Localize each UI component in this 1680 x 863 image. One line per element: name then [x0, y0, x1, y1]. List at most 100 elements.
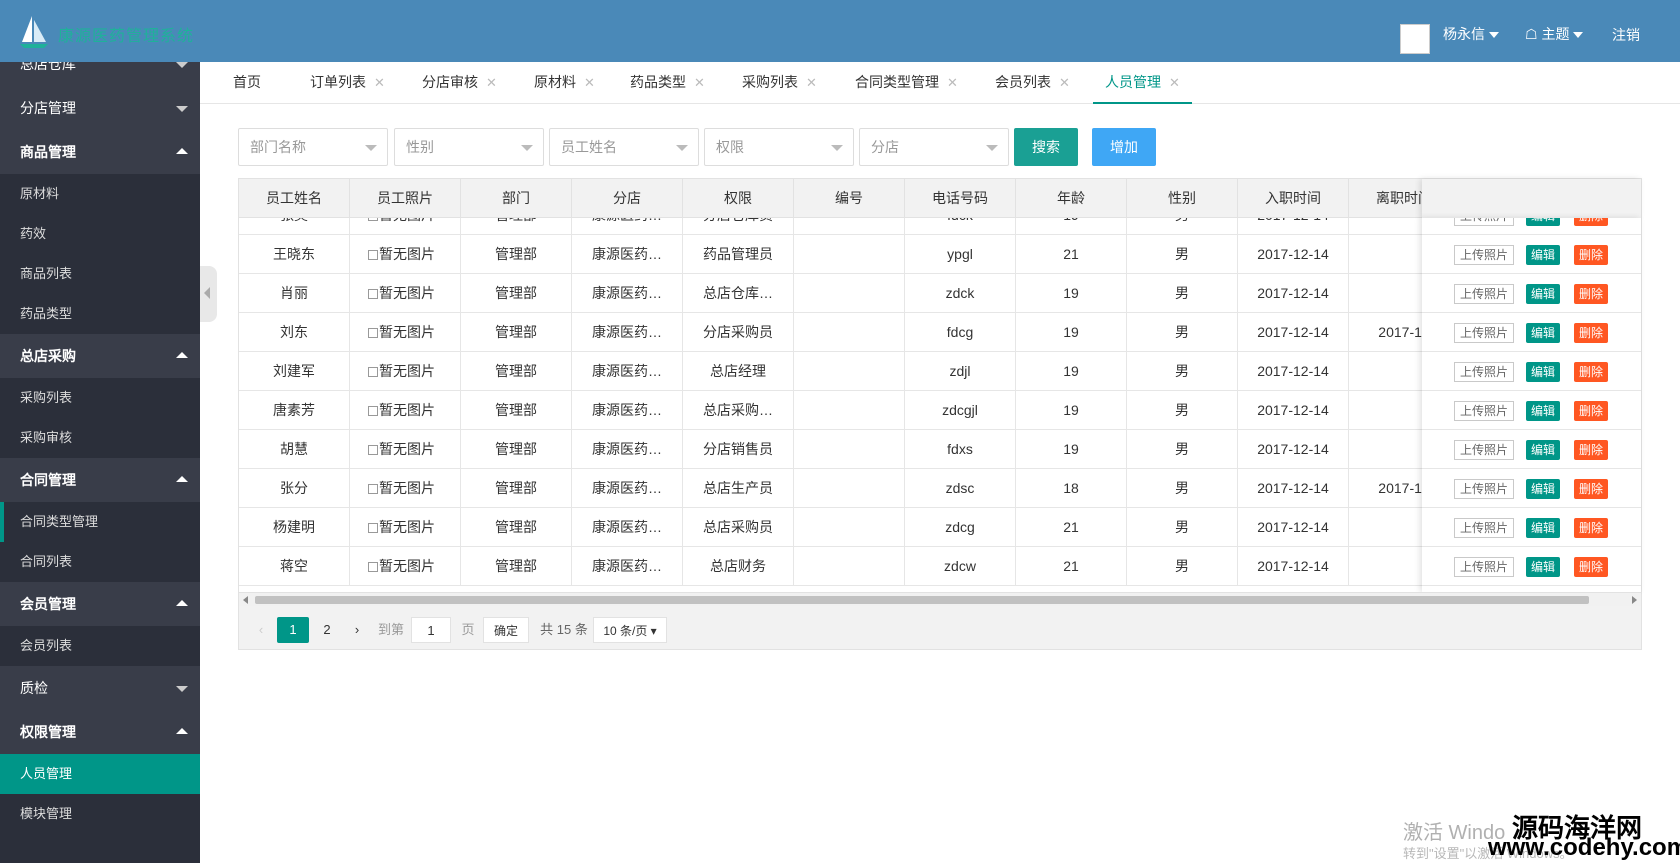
edit-button[interactable]: 编辑 [1526, 245, 1560, 265]
tab-2[interactable]: 分店审核 ✕ [422, 62, 497, 104]
sidebar-item-11[interactable]: 合同类型管理 [0, 502, 200, 542]
sidebar-item-18[interactable]: 模块管理 [0, 794, 200, 834]
sidebar-collapse-handle[interactable] [200, 266, 217, 322]
role-select[interactable]: 权限 [704, 128, 854, 166]
scroll-left-icon[interactable] [243, 596, 248, 604]
sidebar-item-7[interactable]: 总店采购 [0, 334, 200, 378]
close-icon[interactable]: ✕ [1059, 75, 1070, 90]
goto-confirm-button[interactable]: 确定 [483, 617, 529, 643]
employee-name-select[interactable]: 员工姓名 [549, 128, 699, 166]
sidebar-item-5[interactable]: 商品列表 [0, 254, 200, 294]
sidebar-item-10[interactable]: 合同管理 [0, 458, 200, 502]
sidebar-item-3[interactable]: 原材料 [0, 174, 200, 214]
user-avatar[interactable] [1400, 24, 1430, 54]
column-header[interactable]: 编号 [794, 179, 905, 218]
sidebar-item-9[interactable]: 采购审核 [0, 418, 200, 458]
edit-button[interactable]: 编辑 [1526, 284, 1560, 304]
sidebar-item-4[interactable]: 药效 [0, 214, 200, 254]
close-icon[interactable]: ✕ [1169, 75, 1180, 90]
tab-3[interactable]: 原材料 ✕ [534, 62, 595, 104]
page-size-select[interactable]: 10 条/页 ▾ [593, 617, 667, 643]
horizontal-scrollbar[interactable] [239, 592, 1641, 606]
page-2-button[interactable]: 2 [315, 617, 339, 643]
column-header[interactable]: 部门 [461, 179, 572, 218]
column-header[interactable]: 性别 [1127, 179, 1238, 218]
upload-photo-button[interactable]: 上传照片 [1454, 218, 1514, 226]
close-icon[interactable]: ✕ [374, 75, 385, 90]
column-header[interactable]: 年龄 [1016, 179, 1127, 218]
delete-button[interactable]: 删除 [1574, 479, 1608, 499]
column-header[interactable]: 电话号码 [905, 179, 1016, 218]
column-header[interactable]: 员工姓名 [239, 179, 350, 218]
theme-menu[interactable]: ☖ 主题 [1525, 24, 1584, 44]
sidebar-item-13[interactable]: 会员管理 [0, 582, 200, 626]
column-header[interactable]: 分店 [572, 179, 683, 218]
delete-button[interactable]: 删除 [1574, 245, 1608, 265]
dept-select[interactable]: 部门名称 [238, 128, 388, 166]
sidebar-item-12[interactable]: 合同列表 [0, 542, 200, 582]
edit-button[interactable]: 编辑 [1526, 362, 1560, 382]
user-menu[interactable]: 杨永信 [1443, 24, 1499, 44]
close-icon[interactable]: ✕ [486, 75, 497, 90]
sidebar-item-8[interactable]: 采购列表 [0, 378, 200, 418]
edit-button[interactable]: 编辑 [1526, 440, 1560, 460]
delete-button[interactable]: 删除 [1574, 323, 1608, 343]
upload-photo-button[interactable]: 上传照片 [1454, 362, 1514, 382]
page-1-button[interactable]: 1 [277, 617, 309, 643]
edit-button[interactable]: 编辑 [1526, 479, 1560, 499]
edit-button[interactable]: 编辑 [1526, 518, 1560, 538]
column-header[interactable]: 权限 [683, 179, 794, 218]
close-icon[interactable]: ✕ [806, 75, 817, 90]
add-button[interactable]: 增加 [1092, 128, 1156, 166]
tab-7[interactable]: 会员列表 ✕ [995, 62, 1070, 104]
scroll-right-icon[interactable] [1632, 596, 1637, 604]
tab-6[interactable]: 合同类型管理 ✕ [855, 62, 958, 104]
upload-photo-button[interactable]: 上传照片 [1454, 440, 1514, 460]
delete-button[interactable]: 删除 [1574, 284, 1608, 304]
sidebar-item-6[interactable]: 药品类型 [0, 294, 200, 334]
upload-photo-button[interactable]: 上传照片 [1454, 557, 1514, 577]
scrollbar-thumb[interactable] [255, 596, 1589, 604]
sidebar-item-1[interactable]: 分店管理 [0, 86, 200, 130]
edit-button[interactable]: 编辑 [1526, 557, 1560, 577]
tab-1[interactable]: 订单列表 ✕ [310, 62, 385, 104]
chevron-up-icon [176, 148, 188, 154]
delete-button[interactable]: 删除 [1574, 440, 1608, 460]
sidebar-item-15[interactable]: 质检 [0, 666, 200, 710]
sidebar-item-16[interactable]: 权限管理 [0, 710, 200, 754]
edit-button[interactable]: 编辑 [1526, 218, 1560, 226]
upload-photo-button[interactable]: 上传照片 [1454, 401, 1514, 421]
tab-5[interactable]: 采购列表 ✕ [742, 62, 817, 104]
delete-button[interactable]: 删除 [1574, 401, 1608, 421]
sidebar-item-2[interactable]: 商品管理 [0, 130, 200, 174]
upload-photo-button[interactable]: 上传照片 [1454, 323, 1514, 343]
next-page-button[interactable]: › [349, 617, 365, 643]
sidebar-item-0[interactable]: 总店仓库 [0, 62, 200, 86]
edit-button[interactable]: 编辑 [1526, 323, 1560, 343]
edit-button[interactable]: 编辑 [1526, 401, 1560, 421]
goto-page-input[interactable]: 1 [411, 617, 451, 643]
upload-photo-button[interactable]: 上传照片 [1454, 245, 1514, 265]
branch-select[interactable]: 分店 [859, 128, 1009, 166]
tab-8[interactable]: 人员管理 ✕ [1093, 62, 1192, 104]
column-header[interactable]: 入职时间 [1238, 179, 1349, 218]
upload-photo-button[interactable]: 上传照片 [1454, 479, 1514, 499]
search-button[interactable]: 搜索 [1014, 128, 1078, 166]
tab-4[interactable]: 药品类型 ✕ [630, 62, 705, 104]
close-icon[interactable]: ✕ [694, 75, 705, 90]
delete-button[interactable]: 删除 [1574, 218, 1608, 226]
delete-button[interactable]: 删除 [1574, 557, 1608, 577]
logout-link[interactable]: 注销 [1612, 25, 1640, 45]
sidebar-item-14[interactable]: 会员列表 [0, 626, 200, 666]
sidebar-item-17[interactable]: 人员管理 [0, 754, 200, 794]
upload-photo-button[interactable]: 上传照片 [1454, 518, 1514, 538]
delete-button[interactable]: 删除 [1574, 362, 1608, 382]
prev-page-button[interactable]: ‹ [253, 617, 269, 643]
upload-photo-button[interactable]: 上传照片 [1454, 284, 1514, 304]
column-header[interactable]: 员工照片 [350, 179, 461, 218]
close-icon[interactable]: ✕ [584, 75, 595, 90]
gender-select[interactable]: 性别 [394, 128, 544, 166]
delete-button[interactable]: 删除 [1574, 518, 1608, 538]
tab-0[interactable]: 首页 [233, 62, 261, 104]
close-icon[interactable]: ✕ [947, 75, 958, 90]
